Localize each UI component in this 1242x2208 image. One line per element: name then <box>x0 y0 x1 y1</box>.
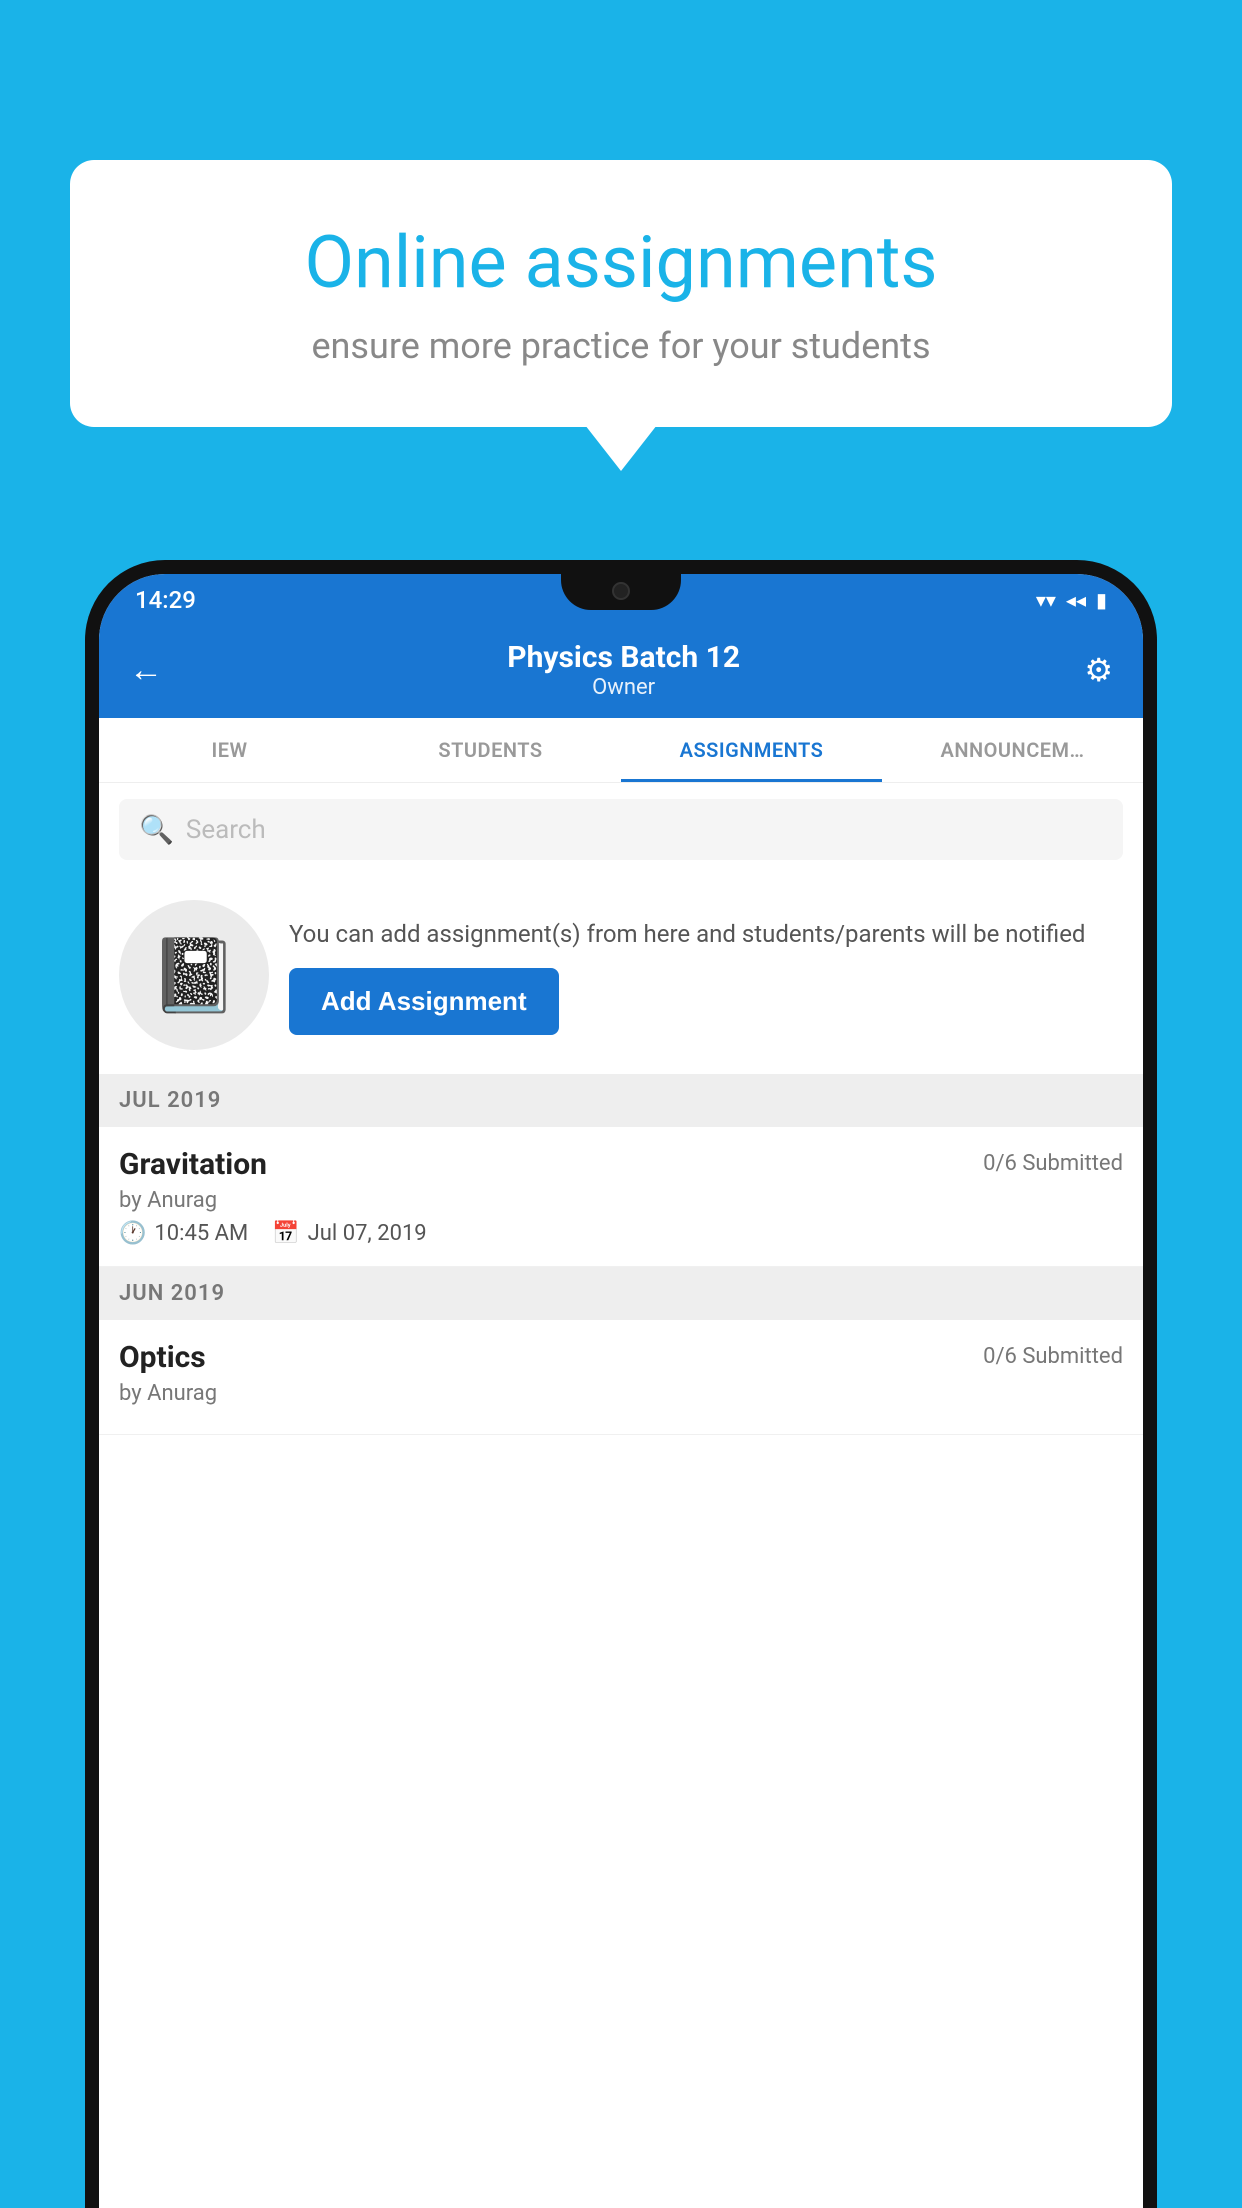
promo-section: 📓 You can add assignment(s) from here an… <box>99 876 1143 1074</box>
notch <box>561 574 681 610</box>
tab-announcements[interactable]: ANNOUNCEM… <box>882 718 1143 782</box>
app-header: ← Physics Batch 12 Owner ⚙ <box>99 626 1143 718</box>
speech-bubble-title: Online assignments <box>140 220 1102 305</box>
speech-bubble-subtitle: ensure more practice for your students <box>140 325 1102 367</box>
assignment-row-top: Gravitation 0/6 Submitted <box>119 1147 1123 1182</box>
assignment-by-optics: by Anurag <box>119 1381 1123 1406</box>
promo-icon-circle: 📓 <box>119 900 269 1050</box>
tab-students[interactable]: STUDENTS <box>360 718 621 782</box>
wifi-icon: ▾▾ <box>1036 588 1056 612</box>
assignment-time: 10:45 AM <box>154 1221 248 1246</box>
clock-icon: 🕐 <box>119 1221 146 1246</box>
search-container: 🔍 Search <box>99 783 1143 876</box>
battery-icon: ▮ <box>1096 588 1107 612</box>
header-title: Physics Batch 12 <box>507 640 740 675</box>
back-button[interactable]: ← <box>129 650 163 690</box>
add-assignment-button[interactable]: Add Assignment <box>289 968 559 1035</box>
assignment-date: Jul 07, 2019 <box>308 1221 427 1246</box>
header-center: Physics Batch 12 Owner <box>507 640 740 700</box>
assignment-item-optics[interactable]: Optics 0/6 Submitted by Anurag <box>99 1320 1143 1435</box>
status-time: 14:29 <box>135 586 196 614</box>
assignment-submitted: 0/6 Submitted <box>983 1151 1123 1176</box>
content-area: 🔍 Search 📓 You can add assignment(s) fro… <box>99 783 1143 2208</box>
section-header-jul: JUL 2019 <box>99 1074 1143 1127</box>
assignment-name: Gravitation <box>119 1147 267 1182</box>
assignment-submitted-optics: 0/6 Submitted <box>983 1344 1123 1369</box>
phone-screen: 14:29 ▾▾ ◂◂ ▮ ← Physics Batch 12 Owner ⚙… <box>99 574 1143 2208</box>
section-header-jun: JUN 2019 <box>99 1267 1143 1320</box>
settings-icon[interactable]: ⚙ <box>1084 651 1113 689</box>
speech-bubble: Online assignments ensure more practice … <box>70 160 1172 427</box>
search-icon: 🔍 <box>139 813 174 846</box>
meta-time: 🕐 10:45 AM <box>119 1221 248 1246</box>
promo-right: You can add assignment(s) from here and … <box>289 916 1123 1035</box>
speech-bubble-container: Online assignments ensure more practice … <box>70 160 1172 427</box>
meta-date: 📅 Jul 07, 2019 <box>272 1221 426 1246</box>
tab-assignments[interactable]: ASSIGNMENTS <box>621 718 882 782</box>
assignment-name-optics: Optics <box>119 1340 206 1375</box>
notebook-icon: 📓 <box>149 933 239 1018</box>
tab-iew[interactable]: IEW <box>99 718 360 782</box>
camera-notch <box>612 582 630 600</box>
status-bar: 14:29 ▾▾ ◂◂ ▮ <box>99 574 1143 626</box>
search-placeholder[interactable]: Search <box>186 815 266 845</box>
header-subtitle: Owner <box>507 675 740 700</box>
assignment-meta: 🕐 10:45 AM 📅 Jul 07, 2019 <box>119 1221 1123 1246</box>
search-bar[interactable]: 🔍 Search <box>119 799 1123 860</box>
calendar-icon: 📅 <box>272 1221 299 1246</box>
assignment-item-gravitation[interactable]: Gravitation 0/6 Submitted by Anurag 🕐 10… <box>99 1127 1143 1267</box>
assignment-row-top-optics: Optics 0/6 Submitted <box>119 1340 1123 1375</box>
status-icons: ▾▾ ◂◂ ▮ <box>1036 588 1107 612</box>
phone-frame: 14:29 ▾▾ ◂◂ ▮ ← Physics Batch 12 Owner ⚙… <box>85 560 1157 2208</box>
tabs-bar: IEW STUDENTS ASSIGNMENTS ANNOUNCEM… <box>99 718 1143 783</box>
signal-icon: ◂◂ <box>1066 588 1086 612</box>
assignment-by: by Anurag <box>119 1188 1123 1213</box>
promo-text: You can add assignment(s) from here and … <box>289 916 1123 952</box>
